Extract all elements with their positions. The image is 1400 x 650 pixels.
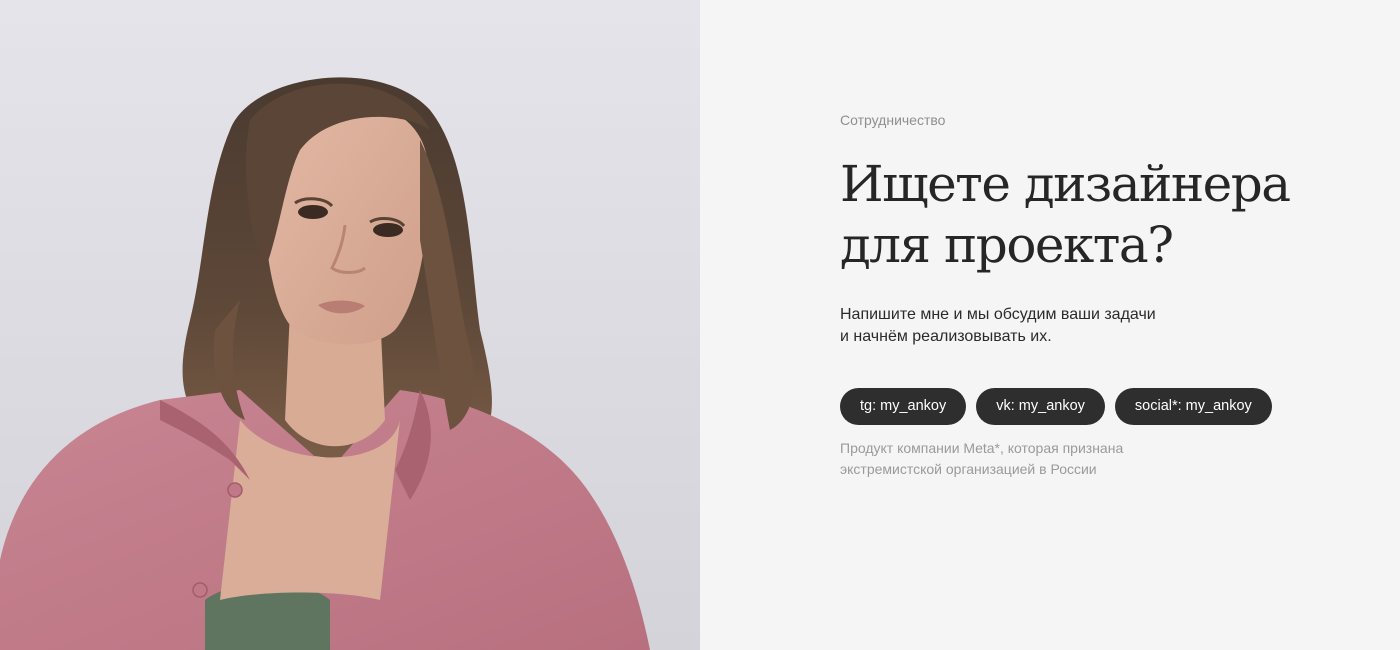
meta-disclaimer: Продукт компании Meta*, которая признана… xyxy=(840,438,1340,480)
contact-links: tg: my_ankoy vk: my_ankoy social*: my_an… xyxy=(840,388,1340,425)
portrait-photo xyxy=(0,0,700,650)
portrait-illustration xyxy=(0,0,700,650)
collaboration-section: Сотрудничество Ищете дизайнера для проек… xyxy=(840,110,1340,480)
telegram-link[interactable]: tg: my_ankoy xyxy=(840,388,967,425)
page-title-line-1: Ищете дизайнера xyxy=(840,155,1291,213)
section-description: Напишите мне и мы обсудим ваши задачи и … xyxy=(840,304,1340,348)
page-title-line-2: для проекта? xyxy=(840,216,1174,274)
section-description-line-2: и начнём реализовывать их. xyxy=(840,328,1052,345)
section-eyebrow: Сотрудничество xyxy=(840,112,946,128)
meta-disclaimer-line-2: экстремистской организацией в России xyxy=(840,461,1097,477)
page-title: Ищете дизайнера для проекта? xyxy=(840,154,1340,276)
section-description-line-1: Напишите мне и мы обсудим ваши задачи xyxy=(840,306,1156,323)
social-link[interactable]: social*: my_ankoy xyxy=(1114,388,1272,425)
vk-link[interactable]: vk: my_ankoy xyxy=(976,388,1105,425)
meta-disclaimer-line-1: Продукт компании Meta*, которая признана xyxy=(840,440,1124,456)
